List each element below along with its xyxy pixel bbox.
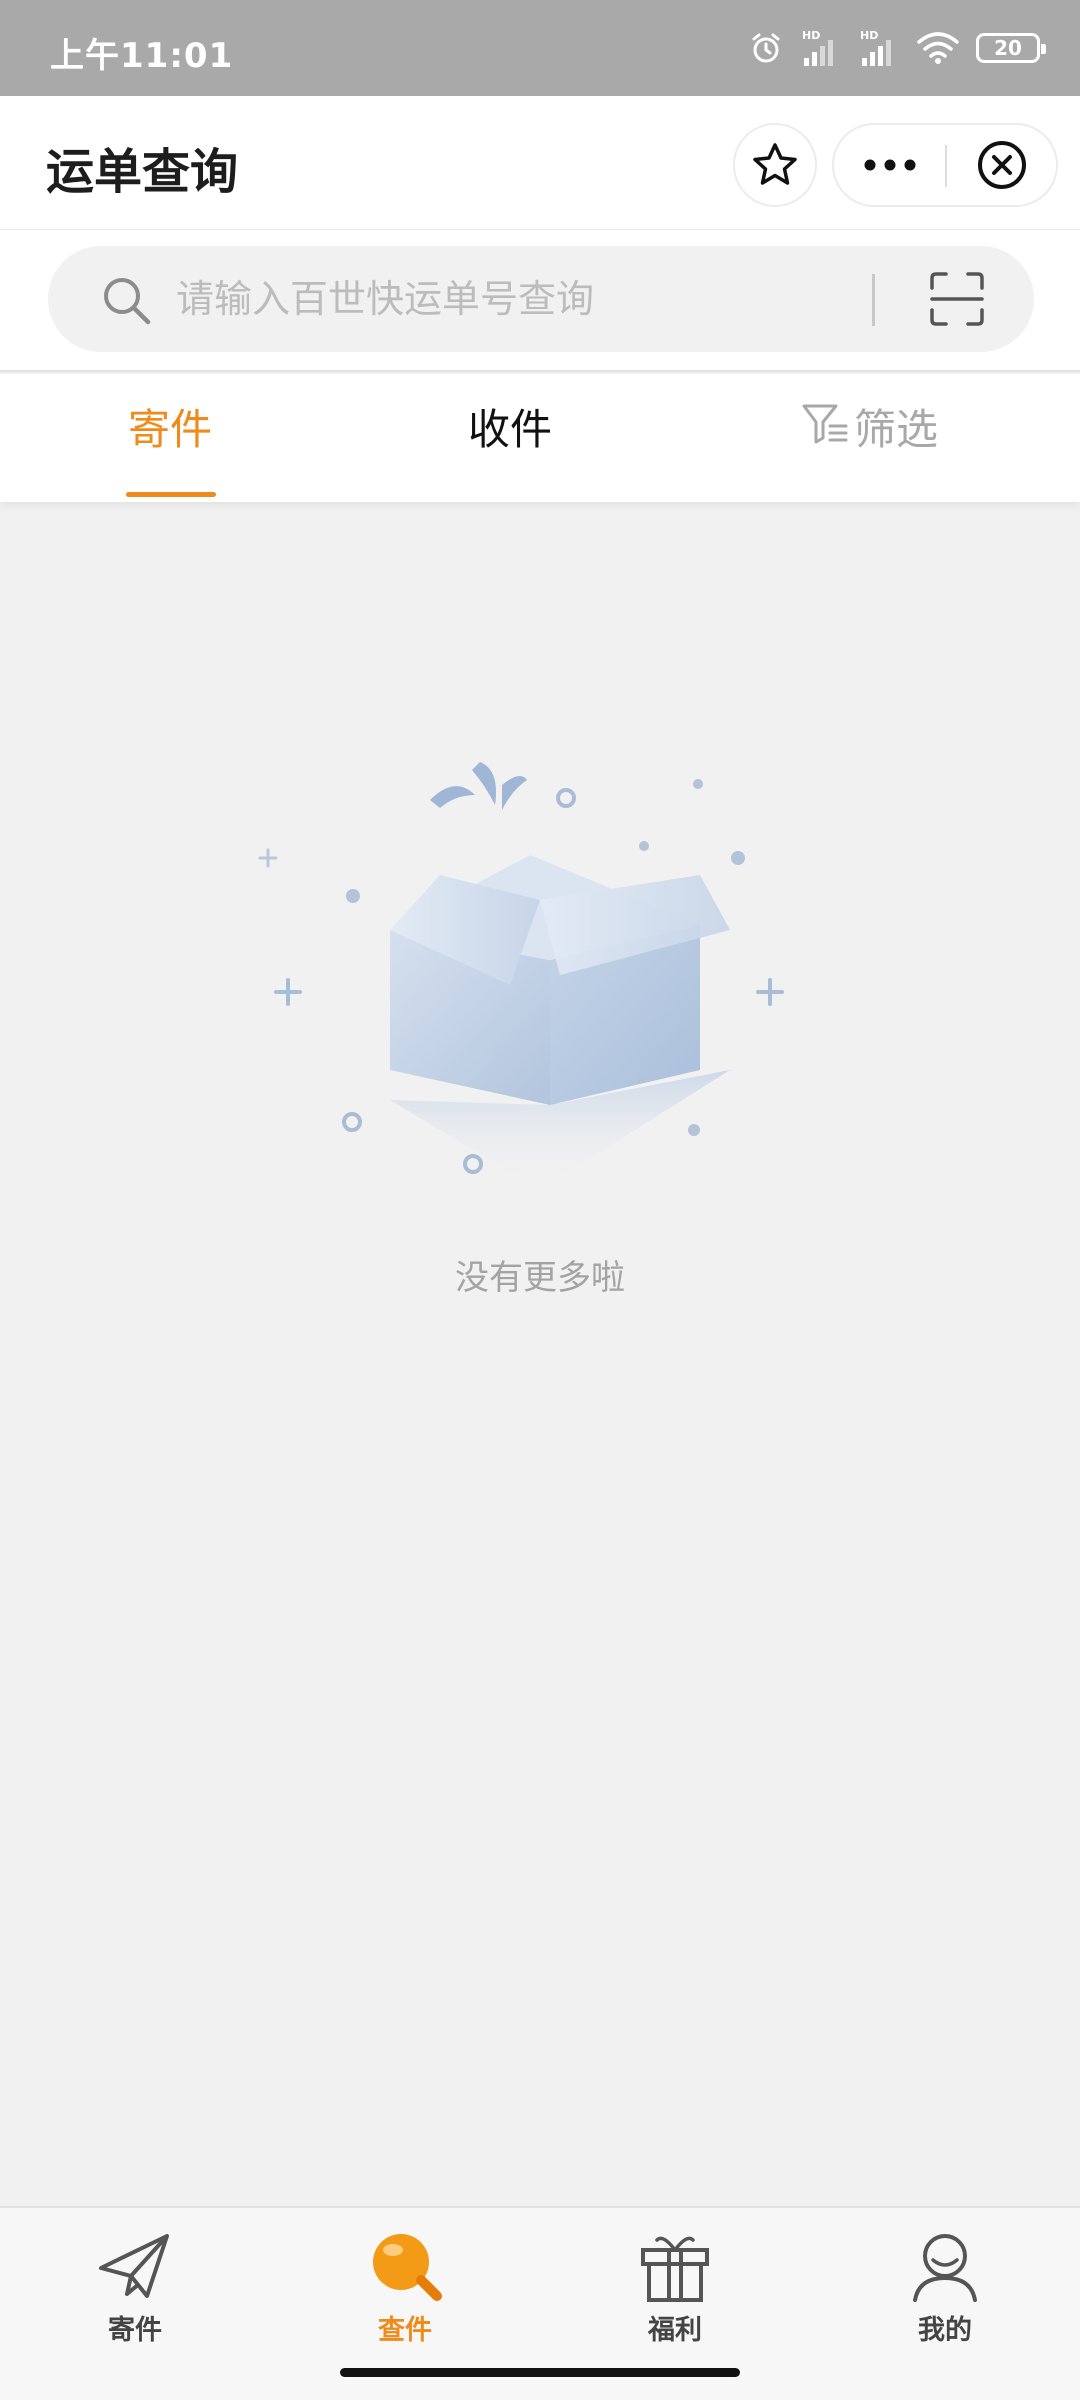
signal-hd-label: HD [802,29,820,42]
tab-filter[interactable]: 筛选 [800,396,960,486]
nav-item-send[interactable]: 寄件 [55,2228,215,2358]
battery-indicator: 20 [976,33,1046,63]
sparkle-dot [688,1124,700,1136]
tab-receive[interactable]: 收件 [460,396,560,486]
signal-hd-icon: HD [802,29,833,66]
sparkle-ring [342,1112,362,1132]
mini-program-capsule [832,123,1058,207]
status-icons: HD HD 20 [748,24,1046,72]
paper-plane-icon [99,2234,169,2298]
tab-active-underline [126,492,216,497]
signal-hd-icon-2: HD [860,29,891,66]
filter-icon [802,404,848,444]
more-button[interactable] [834,125,946,205]
nav-item-query[interactable]: 查件 [325,2228,485,2358]
search-divider [872,274,875,326]
nav-item-mine[interactable]: 我的 [865,2228,1025,2358]
status-bar: 上午11:01 HD HD 20 [0,0,1080,96]
home-indicator[interactable] [340,2368,740,2377]
confetti-ribbon [502,776,527,810]
wifi-icon [917,32,959,64]
sparkle-plus [756,978,784,1006]
tab-send[interactable]: 寄件 [120,396,220,497]
search-icon [104,278,151,325]
nav-mine-label: 我的 [918,2315,972,2346]
favorite-button[interactable] [733,123,817,207]
sparkle-ring [463,1154,483,1174]
nav-welfare-label: 福利 [648,2315,702,2346]
user-icon [913,2234,977,2302]
alarm-icon [752,33,780,63]
search-area [0,230,1080,372]
nav-send-label: 寄件 [108,2315,162,2346]
sparkle-ring [556,788,576,808]
sparkle-dot [346,889,360,903]
nav-item-welfare[interactable]: 福利 [595,2228,755,2358]
sparkle-dot [731,851,745,865]
battery-level: 20 [994,36,1022,60]
tab-send-label: 寄件 [127,405,212,454]
tab-bar: 寄件 收件 筛选 [0,374,1080,502]
sparkle-dot [639,841,649,851]
close-button[interactable] [947,125,1057,205]
tab-filter-label: 筛选 [854,405,939,454]
signal-hd-label-2: HD [860,29,878,42]
empty-box-illustration [258,762,784,1190]
status-time: 上午11:01 [50,36,234,76]
star-icon [753,143,797,185]
title-bar: 运单查询 [0,96,1080,230]
more-dots-icon [864,159,916,171]
sparkle-plus [258,848,278,868]
confetti-ribbon [430,786,475,808]
confetti-ribbon [472,762,496,805]
page-title: 运单查询 [46,144,239,200]
search-input[interactable] [176,270,896,328]
scan-icon[interactable] [928,270,986,328]
nav-query-label: 查件 [378,2315,432,2346]
gift-icon [641,2236,709,2302]
sparkle-dot [693,779,703,789]
sparkle-plus [274,978,302,1006]
empty-state-message: 没有更多啦 [455,1258,625,1298]
close-circle-icon [978,141,1026,189]
tab-receive-label: 收件 [467,405,552,454]
search-box [48,246,1034,352]
magnifier-icon [373,2234,442,2301]
